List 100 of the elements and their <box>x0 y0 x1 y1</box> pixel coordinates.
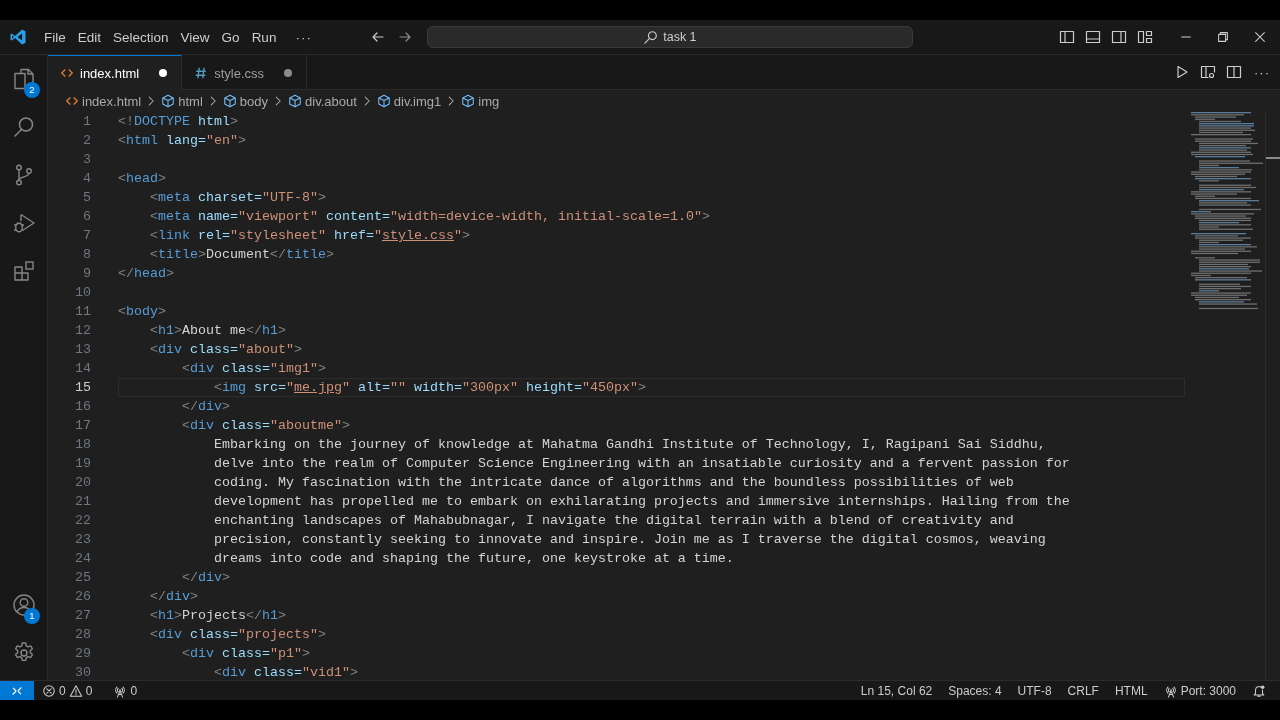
code-line: </div> <box>181 570 230 585</box>
line-number: 14 <box>74 360 92 378</box>
editor-tab[interactable]: style.css <box>182 55 308 90</box>
line-number: 5 <box>82 189 92 207</box>
run-debug-icon[interactable] <box>11 211 36 235</box>
menu-item[interactable]: Selection <box>107 27 175 47</box>
code-line: precision, constantly seeking to innovate and inspire. Join me as I traverse the digital cosmos, weaving <box>212 532 1046 547</box>
layout-icon[interactable] <box>1137 29 1153 45</box>
line-number: 4 <box>82 170 92 188</box>
line-number: 30 <box>74 664 92 680</box>
status-item[interactable]: Spaces: 4 <box>948 683 1002 698</box>
breadcrumb-item[interactable]: index.html <box>82 93 142 109</box>
line-number: 16 <box>74 398 92 416</box>
code-line: <div class="aboutme"> <box>181 418 350 433</box>
cube-icon <box>161 94 176 108</box>
code-line: <div class="vid1"> <box>212 665 358 680</box>
code-line: </head> <box>118 266 174 281</box>
code-line: <head> <box>118 171 166 186</box>
code-line: </div> <box>181 399 230 414</box>
more-actions[interactable]: ··· <box>1254 64 1270 80</box>
layout-icon[interactable] <box>1059 29 1075 45</box>
status-item[interactable]: CRLF <box>1067 683 1099 698</box>
code-line: </div> <box>149 589 198 604</box>
menu-item[interactable]: Go <box>215 27 246 47</box>
line-number: 26 <box>74 588 92 606</box>
line-number: 15 <box>74 379 92 397</box>
restore-icon[interactable] <box>1216 30 1230 44</box>
command-center[interactable]: task 1 <box>426 26 913 48</box>
line-number: 8 <box>82 246 92 264</box>
warning-count[interactable]: 0 <box>85 683 93 698</box>
breadcrumb-item[interactable]: div.about <box>305 93 357 109</box>
line-number: 2 <box>82 132 92 150</box>
layout-icon[interactable] <box>1085 29 1101 45</box>
line-number: 27 <box>74 607 92 625</box>
count-badge: 2 <box>24 82 40 98</box>
error-count[interactable]: 0 <box>59 683 66 698</box>
code-line: <div class="img1"> <box>181 361 326 376</box>
menu-item[interactable]: Run <box>245 27 283 47</box>
layout-icon[interactable] <box>1111 29 1127 45</box>
ports-count[interactable]: 0 <box>130 683 138 698</box>
menu-item[interactable]: Edit <box>71 27 108 47</box>
menu-item[interactable]: View <box>174 27 216 47</box>
line-number: 20 <box>74 474 92 492</box>
code-line: enchanting landscapes of Mahabubnagar, I navigate the digital terrain with a blend of creativity and <box>212 513 1014 528</box>
line-number: 19 <box>74 455 92 473</box>
line-number: 3 <box>82 151 92 169</box>
code-line: <h1>Projects</h1> <box>149 608 286 623</box>
menu-item[interactable]: File <box>38 27 72 47</box>
line-number: 13 <box>74 341 92 359</box>
breadcrumb-item[interactable]: body <box>239 93 268 109</box>
search-icon <box>643 29 659 45</box>
code-line: development has propelled me to embark on exhilarating projects and immersive internships. Hailing from the <box>212 494 1070 509</box>
code-line: <div class="projects"> <box>149 627 326 642</box>
code-line: <div class="about"> <box>149 342 302 357</box>
line-number: 21 <box>74 493 92 511</box>
code-line: <div class="p1"> <box>181 646 310 661</box>
code-line: coding. My fascination with the intricate dance of algorithms and the boundless possibilities of web <box>212 475 1014 490</box>
breadcrumb-item[interactable]: img <box>478 93 500 109</box>
line-number: 17 <box>74 417 92 435</box>
cursor-marker <box>1266 157 1280 159</box>
breadcrumb-item[interactable]: div.img1 <box>393 93 442 109</box>
more-menu[interactable]: ··· <box>289 27 318 47</box>
preview-icon[interactable] <box>1200 64 1216 80</box>
extensions-icon[interactable] <box>11 259 36 283</box>
line-number: 18 <box>74 436 92 454</box>
app-logo-icon <box>9 28 27 46</box>
cube-icon <box>376 94 391 108</box>
search-icon[interactable] <box>11 115 36 139</box>
code-line: <body> <box>118 304 166 319</box>
line-number: 1 <box>82 113 92 131</box>
code-line: <title>Document</title> <box>149 247 334 262</box>
breadcrumb-item[interactable]: html <box>178 93 203 109</box>
code-line: <meta name="viewport" content="width=device-width, initial-scale=1.0"> <box>149 209 710 224</box>
html-file-icon <box>60 66 74 80</box>
files-icon[interactable] <box>11 67 36 91</box>
account-icon[interactable] <box>11 593 36 617</box>
html-file-icon <box>65 94 79 108</box>
cube-icon <box>288 94 302 108</box>
line-number: 22 <box>74 512 92 530</box>
close-icon[interactable] <box>1253 30 1267 44</box>
line-number: 29 <box>74 645 92 663</box>
warning-icon[interactable] <box>68 683 83 698</box>
line-number: 25 <box>74 569 92 587</box>
status-item[interactable]: UTF-8 <box>1017 683 1052 698</box>
status-item[interactable]: Ln 15, Col 62 <box>860 683 933 698</box>
status-item[interactable]: HTML <box>1114 683 1148 698</box>
code-line: <!DOCTYPE html> <box>118 114 238 129</box>
error-icon[interactable] <box>42 683 56 698</box>
port-status[interactable]: Port: 3000 <box>1180 683 1236 698</box>
line-number: 9 <box>82 265 92 283</box>
line-number: 11 <box>74 303 92 321</box>
minimap-drawing[interactable] <box>1189 112 1265 312</box>
line-number: 23 <box>74 531 92 549</box>
cube-icon <box>461 94 476 108</box>
play-icon[interactable] <box>1174 64 1190 80</box>
bell-icon[interactable] <box>1252 683 1266 698</box>
split-editor-icon[interactable] <box>1226 64 1242 80</box>
line-number: 28 <box>74 626 92 644</box>
code-line: delve into the realm of Computer Science Engineering with an insatiable curiosity and a fervent passion for <box>212 456 1070 471</box>
editor-tab[interactable]: index.html <box>48 55 183 90</box>
